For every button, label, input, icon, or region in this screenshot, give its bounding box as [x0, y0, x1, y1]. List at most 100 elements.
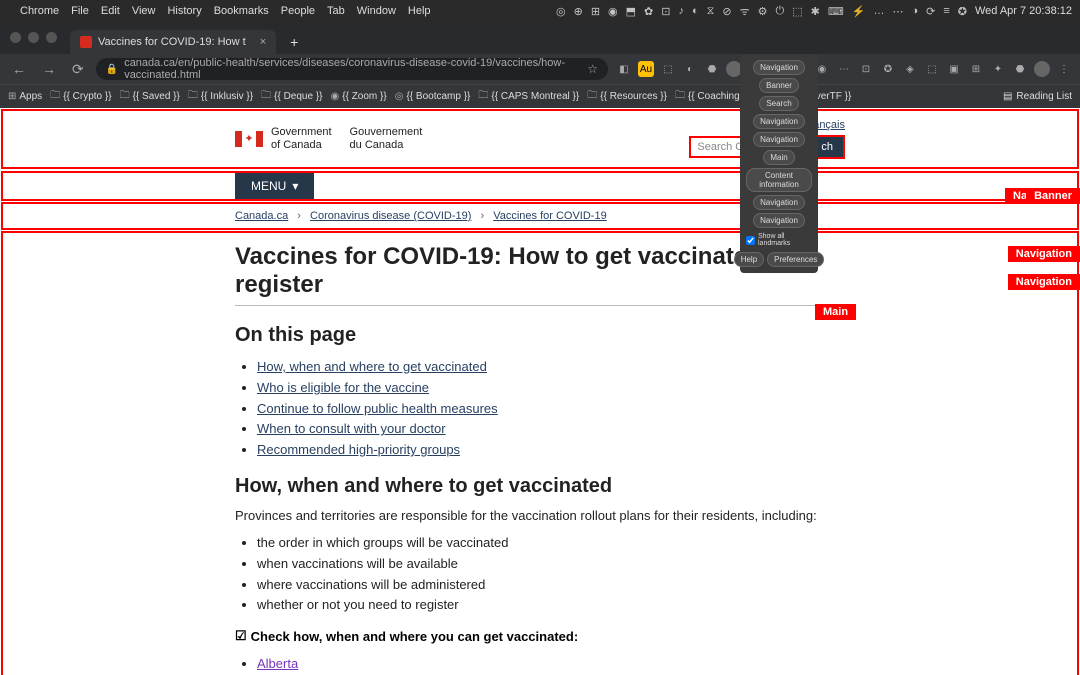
bookmark-folder[interactable]: 🗀{{ Coaching }} — [675, 88, 749, 105]
menu-tab[interactable]: Tab — [327, 5, 345, 17]
bookmark-folder[interactable]: 🗀{{ Resources }} — [587, 88, 667, 105]
status-icon[interactable]: ⏻ — [776, 5, 785, 18]
bookmark-folder[interactable]: 🗀{{ Crypto }} — [50, 88, 111, 105]
extension-icon[interactable]: ⬣ — [1012, 61, 1028, 77]
bookmark-item[interactable]: ◉{{ Zoom }} — [331, 91, 387, 102]
back-button[interactable]: ← — [8, 61, 30, 77]
bookmark-apps[interactable]: ⊞Apps — [8, 91, 42, 102]
extension-icon[interactable]: Au — [638, 61, 654, 77]
toc-link[interactable]: Who is eligible for the vaccine — [257, 380, 429, 395]
status-icon[interactable]: ⚙ — [758, 5, 768, 18]
chrome-menu-icon[interactable]: ⋮ — [1056, 61, 1072, 77]
extension-icon[interactable]: ⬚ — [660, 61, 676, 77]
show-all-landmarks-checkbox[interactable]: Show all landmarks — [746, 233, 812, 247]
profile-avatar[interactable] — [1034, 61, 1050, 77]
status-icon[interactable]: ≡ — [943, 5, 949, 17]
landmark-badge-navigation: Navigation — [1008, 274, 1080, 290]
status-icon[interactable]: ✿ — [644, 5, 653, 18]
menu-edit[interactable]: Edit — [101, 5, 120, 17]
menu-history[interactable]: History — [167, 5, 201, 17]
breadcrumb-link[interactable]: Vaccines for COVID-19 — [493, 210, 607, 222]
main-menu-button[interactable]: MENU▾ — [235, 173, 314, 199]
status-icon[interactable]: ◎ — [556, 5, 566, 18]
clock[interactable]: Wed Apr 7 20:38:12 — [975, 5, 1072, 17]
toc-link[interactable]: How, when and where to get vaccinated — [257, 359, 487, 374]
extension-icon[interactable]: ▣ — [946, 61, 962, 77]
lock-icon[interactable]: 🔒 — [106, 64, 118, 75]
bookmark-folder[interactable]: 🗀{{ Deque }} — [261, 88, 322, 105]
forward-button[interactable]: → — [38, 61, 60, 77]
panel-item-banner[interactable]: Banner — [759, 78, 799, 93]
extension-icon[interactable]: ⊡ — [858, 61, 874, 77]
browser-tab[interactable]: Vaccines for COVID-19: How t × — [70, 30, 276, 54]
menu-view[interactable]: View — [132, 5, 156, 17]
menu-bookmarks[interactable]: Bookmarks — [214, 5, 269, 17]
wifi-icon[interactable]: ᯤ — [740, 4, 750, 19]
status-icon[interactable]: ⋯ — [892, 5, 903, 18]
breadcrumb-link[interactable]: Coronavirus disease (COVID-19) — [310, 210, 471, 222]
gov-logo[interactable]: Governmentof Canada Gouvernementdu Canad… — [235, 126, 422, 152]
status-icon[interactable]: ⊞ — [591, 5, 600, 18]
panel-help-button[interactable]: Help — [734, 252, 764, 267]
status-icon[interactable]: ⊡ — [661, 5, 670, 18]
status-icon[interactable]: ◑ — [911, 5, 918, 17]
status-icon[interactable]: ◉ — [608, 5, 618, 18]
battery-icon[interactable]: ⚡ — [852, 5, 866, 18]
toc-link[interactable]: Continue to follow public health measure… — [257, 401, 498, 416]
extension-icon[interactable]: ⊞ — [968, 61, 984, 77]
bookmark-folder[interactable]: 🗀{{ Inklusiv }} — [188, 88, 253, 105]
menu-people[interactable]: People — [281, 5, 315, 17]
status-icon[interactable]: ⬚ — [792, 5, 802, 18]
panel-item-main[interactable]: Main — [763, 150, 794, 165]
panel-item-navigation[interactable]: Navigation — [753, 60, 805, 75]
extension-icon[interactable]: ◧ — [616, 61, 632, 77]
show-all-checkbox-input[interactable] — [746, 236, 755, 245]
extension-icon[interactable]: ⋯ — [836, 61, 852, 77]
bookmark-folder[interactable]: 🗀{{ CAPS Montreal }} — [478, 88, 579, 105]
panel-item-search[interactable]: Search — [759, 96, 798, 111]
reading-list-button[interactable]: ▤Reading List — [1003, 91, 1072, 102]
menu-file[interactable]: File — [71, 5, 89, 17]
extension-icon[interactable]: ◈ — [902, 61, 918, 77]
extension-icon[interactable]: ✪ — [880, 61, 896, 77]
toc-link[interactable]: Recommended high-priority groups — [257, 442, 460, 457]
extension-icon[interactable]: ⬣ — [704, 61, 720, 77]
province-link[interactable]: Alberta — [257, 656, 298, 671]
menu-help[interactable]: Help — [408, 5, 431, 17]
address-bar[interactable]: 🔒 canada.ca/en/public-health/services/di… — [96, 58, 608, 80]
panel-item-navigation[interactable]: Navigation — [753, 195, 805, 210]
panel-item-contentinfo[interactable]: Content information — [746, 168, 812, 192]
status-icon[interactable]: … — [873, 5, 884, 17]
app-name[interactable]: Chrome — [20, 5, 59, 17]
window-controls[interactable] — [10, 32, 57, 43]
status-icon[interactable]: ♪ — [678, 5, 684, 17]
bookmark-folder[interactable]: 🗀{{ Saved }} — [120, 88, 180, 105]
new-tab-button[interactable]: + — [286, 30, 302, 54]
status-icon[interactable]: ⧖ — [707, 5, 715, 18]
landmark-badge-banner: Banner — [1026, 188, 1080, 204]
status-icon[interactable]: ◐ — [692, 5, 699, 17]
status-icon[interactable]: ⊕ — [574, 5, 583, 18]
landmarks-extension-panel[interactable]: Navigation Banner Search Navigation Navi… — [740, 54, 818, 273]
breadcrumb-link[interactable]: Canada.ca — [235, 210, 288, 222]
status-icon[interactable]: ⌨ — [828, 5, 844, 18]
page-viewport: Governmentof Canada Gouvernementdu Canad… — [0, 108, 1080, 675]
extension-icon[interactable]: ⬚ — [924, 61, 940, 77]
bookmark-star-icon[interactable]: ☆ — [587, 62, 598, 76]
bookmark-item[interactable]: ◎{{ Bootcamp }} — [395, 91, 471, 102]
status-icon[interactable]: ⊘ — [722, 5, 731, 18]
status-icon[interactable]: ⟳ — [926, 5, 935, 18]
panel-item-navigation[interactable]: Navigation — [753, 213, 805, 228]
panel-item-navigation[interactable]: Navigation — [753, 132, 805, 147]
extension-icon[interactable]: ✦ — [990, 61, 1006, 77]
close-tab-icon[interactable]: × — [260, 36, 266, 48]
panel-preferences-button[interactable]: Preferences — [767, 252, 824, 267]
status-icon[interactable]: ⬒ — [626, 5, 636, 18]
reload-button[interactable]: ⟳ — [68, 61, 88, 78]
bluetooth-icon[interactable]: ✱ — [811, 5, 820, 18]
status-icon[interactable]: ✪ — [958, 5, 967, 18]
menu-window[interactable]: Window — [357, 5, 396, 17]
panel-item-navigation[interactable]: Navigation — [753, 114, 805, 129]
toc-link[interactable]: When to consult with your doctor — [257, 421, 446, 436]
extension-icon[interactable]: ◐ — [682, 61, 698, 77]
